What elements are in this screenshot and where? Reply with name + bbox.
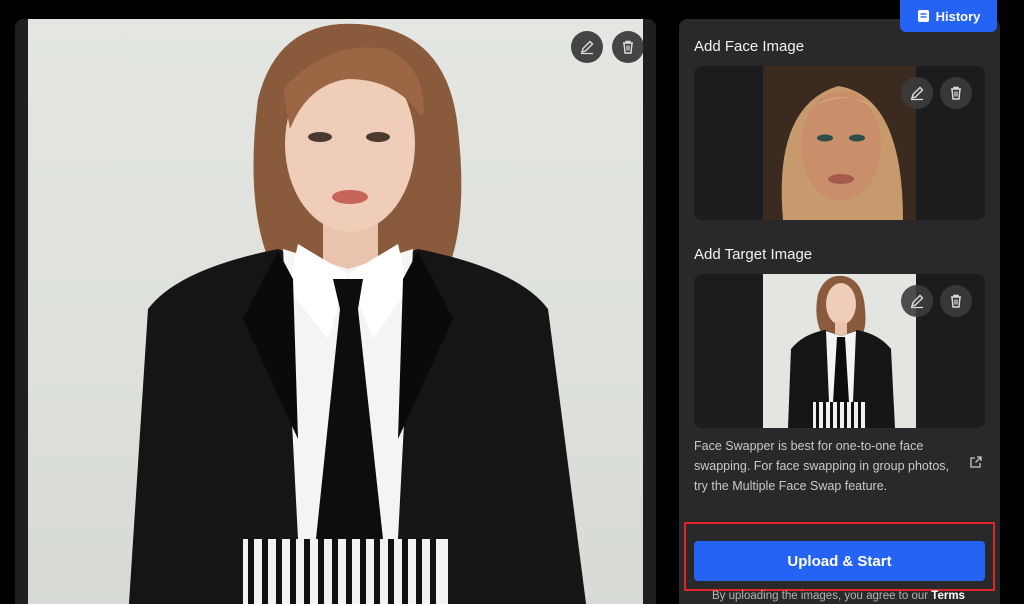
face-image-thumbnail <box>763 66 916 220</box>
edit-preview-button[interactable] <box>571 31 603 63</box>
disclaimer-text: By uploading the images, you agree to ou… <box>712 590 932 602</box>
face-section-title: Add Face Image <box>694 38 805 55</box>
target-preview-image <box>28 19 643 604</box>
face-swap-app: History Add Face Image Add Target Image … <box>0 0 1024 604</box>
history-label: History <box>935 8 981 24</box>
trash-icon <box>951 294 961 308</box>
woman-in-suit-illustration <box>128 23 587 604</box>
target-portrait <box>763 274 916 428</box>
history-icon <box>917 10 929 22</box>
trash-icon <box>623 40 633 54</box>
pencil-icon <box>580 40 594 55</box>
face-image-slot[interactable] <box>694 66 985 220</box>
target-image-slot[interactable] <box>694 274 985 428</box>
edit-face-button[interactable] <box>901 77 933 109</box>
feature-note: Face Swapper is best for one-to-one face… <box>694 439 950 493</box>
upload-start-button[interactable]: Upload & Start <box>694 541 985 581</box>
preview-panel <box>15 19 656 604</box>
history-button[interactable]: History <box>900 0 997 32</box>
pencil-icon <box>910 86 924 101</box>
terms-disclaimer: By uploading the images, you agree to ou… <box>712 590 965 602</box>
delete-preview-button[interactable] <box>612 31 644 63</box>
face-portrait <box>763 66 916 220</box>
pencil-icon <box>910 294 924 309</box>
target-section-title: Add Target Image <box>694 246 813 263</box>
edit-target-button[interactable] <box>901 285 933 317</box>
delete-face-button[interactable] <box>940 77 972 109</box>
trash-icon <box>951 86 961 100</box>
delete-target-button[interactable] <box>940 285 972 317</box>
external-link-icon[interactable] <box>969 455 983 474</box>
terms-link[interactable]: Terms <box>931 590 965 602</box>
striped-skirt <box>243 539 448 604</box>
target-image-thumbnail <box>763 274 916 428</box>
